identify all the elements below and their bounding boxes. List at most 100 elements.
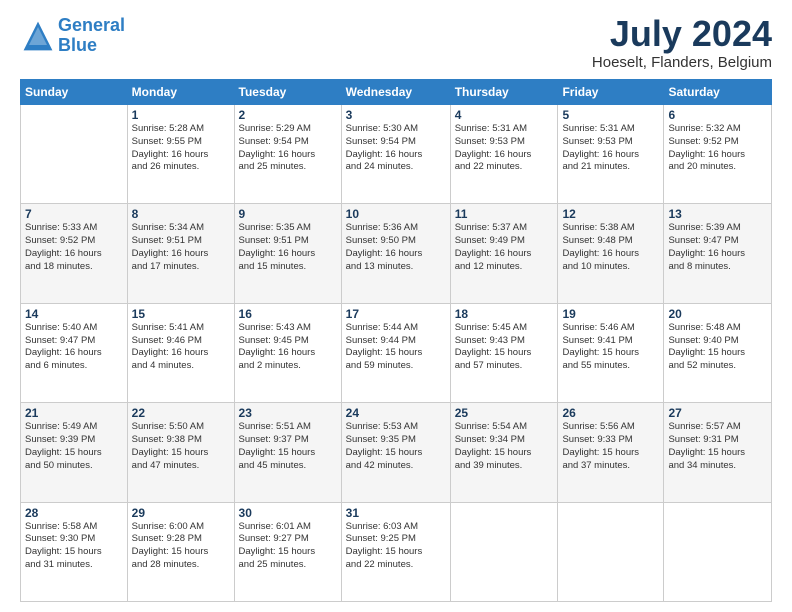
logo-blue: Blue [58,35,97,55]
page: General Blue July 2024 Hoeselt, Flanders… [0,0,792,612]
calendar-cell [558,502,664,601]
day-info: Sunrise: 5:39 AM Sunset: 9:47 PM Dayligh… [668,222,767,273]
calendar-cell: 4Sunrise: 5:31 AM Sunset: 9:53 PM Daylig… [450,105,558,204]
calendar-cell [21,105,128,204]
month-title: July 2024 [592,16,772,52]
calendar-cell: 30Sunrise: 6:01 AM Sunset: 9:27 PM Dayli… [234,502,341,601]
day-number: 6 [668,108,767,122]
day-info: Sunrise: 5:31 AM Sunset: 9:53 PM Dayligh… [455,123,554,174]
col-header-friday: Friday [558,80,664,105]
day-number: 20 [668,307,767,321]
day-number: 29 [132,506,230,520]
calendar-cell: 19Sunrise: 5:46 AM Sunset: 9:41 PM Dayli… [558,303,664,402]
day-info: Sunrise: 6:01 AM Sunset: 9:27 PM Dayligh… [239,521,337,572]
calendar-cell: 22Sunrise: 5:50 AM Sunset: 9:38 PM Dayli… [127,403,234,502]
day-number: 31 [346,506,446,520]
day-number: 16 [239,307,337,321]
col-header-sunday: Sunday [21,80,128,105]
logo-text: General Blue [58,16,125,56]
day-info: Sunrise: 5:51 AM Sunset: 9:37 PM Dayligh… [239,421,337,472]
day-number: 12 [562,207,659,221]
week-row-2: 7Sunrise: 5:33 AM Sunset: 9:52 PM Daylig… [21,204,772,303]
day-info: Sunrise: 5:45 AM Sunset: 9:43 PM Dayligh… [455,322,554,373]
calendar-cell: 9Sunrise: 5:35 AM Sunset: 9:51 PM Daylig… [234,204,341,303]
day-number: 24 [346,406,446,420]
day-info: Sunrise: 5:36 AM Sunset: 9:50 PM Dayligh… [346,222,446,273]
day-number: 8 [132,207,230,221]
col-header-monday: Monday [127,80,234,105]
calendar-cell: 11Sunrise: 5:37 AM Sunset: 9:49 PM Dayli… [450,204,558,303]
day-number: 22 [132,406,230,420]
calendar-cell [450,502,558,601]
calendar-cell: 26Sunrise: 5:56 AM Sunset: 9:33 PM Dayli… [558,403,664,502]
day-number: 11 [455,207,554,221]
day-number: 9 [239,207,337,221]
calendar-cell: 13Sunrise: 5:39 AM Sunset: 9:47 PM Dayli… [664,204,772,303]
week-row-5: 28Sunrise: 5:58 AM Sunset: 9:30 PM Dayli… [21,502,772,601]
day-number: 25 [455,406,554,420]
day-info: Sunrise: 5:44 AM Sunset: 9:44 PM Dayligh… [346,322,446,373]
day-info: Sunrise: 5:37 AM Sunset: 9:49 PM Dayligh… [455,222,554,273]
calendar-table: SundayMondayTuesdayWednesdayThursdayFrid… [20,79,772,602]
day-info: Sunrise: 5:38 AM Sunset: 9:48 PM Dayligh… [562,222,659,273]
day-info: Sunrise: 5:43 AM Sunset: 9:45 PM Dayligh… [239,322,337,373]
calendar-cell: 12Sunrise: 5:38 AM Sunset: 9:48 PM Dayli… [558,204,664,303]
week-row-1: 1Sunrise: 5:28 AM Sunset: 9:55 PM Daylig… [21,105,772,204]
header: General Blue July 2024 Hoeselt, Flanders… [20,16,772,71]
day-info: Sunrise: 5:35 AM Sunset: 9:51 PM Dayligh… [239,222,337,273]
calendar-cell: 23Sunrise: 5:51 AM Sunset: 9:37 PM Dayli… [234,403,341,502]
calendar-cell: 28Sunrise: 5:58 AM Sunset: 9:30 PM Dayli… [21,502,128,601]
day-info: Sunrise: 5:46 AM Sunset: 9:41 PM Dayligh… [562,322,659,373]
day-number: 23 [239,406,337,420]
calendar-cell: 31Sunrise: 6:03 AM Sunset: 9:25 PM Dayli… [341,502,450,601]
day-number: 17 [346,307,446,321]
calendar-cell: 2Sunrise: 5:29 AM Sunset: 9:54 PM Daylig… [234,105,341,204]
day-number: 19 [562,307,659,321]
day-info: Sunrise: 5:56 AM Sunset: 9:33 PM Dayligh… [562,421,659,472]
calendar-cell: 18Sunrise: 5:45 AM Sunset: 9:43 PM Dayli… [450,303,558,402]
day-number: 14 [25,307,123,321]
day-number: 18 [455,307,554,321]
day-number: 5 [562,108,659,122]
day-info: Sunrise: 5:33 AM Sunset: 9:52 PM Dayligh… [25,222,123,273]
day-number: 27 [668,406,767,420]
day-info: Sunrise: 5:54 AM Sunset: 9:34 PM Dayligh… [455,421,554,472]
calendar-cell: 1Sunrise: 5:28 AM Sunset: 9:55 PM Daylig… [127,105,234,204]
day-info: Sunrise: 5:57 AM Sunset: 9:31 PM Dayligh… [668,421,767,472]
day-number: 1 [132,108,230,122]
calendar-cell: 20Sunrise: 5:48 AM Sunset: 9:40 PM Dayli… [664,303,772,402]
day-number: 7 [25,207,123,221]
day-info: Sunrise: 5:50 AM Sunset: 9:38 PM Dayligh… [132,421,230,472]
day-number: 3 [346,108,446,122]
week-row-4: 21Sunrise: 5:49 AM Sunset: 9:39 PM Dayli… [21,403,772,502]
day-info: Sunrise: 5:48 AM Sunset: 9:40 PM Dayligh… [668,322,767,373]
col-header-tuesday: Tuesday [234,80,341,105]
day-info: Sunrise: 5:40 AM Sunset: 9:47 PM Dayligh… [25,322,123,373]
calendar-cell: 25Sunrise: 5:54 AM Sunset: 9:34 PM Dayli… [450,403,558,502]
calendar-cell: 16Sunrise: 5:43 AM Sunset: 9:45 PM Dayli… [234,303,341,402]
col-header-thursday: Thursday [450,80,558,105]
calendar-cell: 5Sunrise: 5:31 AM Sunset: 9:53 PM Daylig… [558,105,664,204]
day-info: Sunrise: 6:03 AM Sunset: 9:25 PM Dayligh… [346,521,446,572]
calendar-cell: 7Sunrise: 5:33 AM Sunset: 9:52 PM Daylig… [21,204,128,303]
location: Hoeselt, Flanders, Belgium [592,54,772,71]
day-number: 15 [132,307,230,321]
calendar-cell: 8Sunrise: 5:34 AM Sunset: 9:51 PM Daylig… [127,204,234,303]
day-number: 30 [239,506,337,520]
day-info: Sunrise: 5:34 AM Sunset: 9:51 PM Dayligh… [132,222,230,273]
calendar-cell: 10Sunrise: 5:36 AM Sunset: 9:50 PM Dayli… [341,204,450,303]
day-info: Sunrise: 5:49 AM Sunset: 9:39 PM Dayligh… [25,421,123,472]
calendar-cell: 15Sunrise: 5:41 AM Sunset: 9:46 PM Dayli… [127,303,234,402]
col-header-wednesday: Wednesday [341,80,450,105]
calendar-cell: 6Sunrise: 5:32 AM Sunset: 9:52 PM Daylig… [664,105,772,204]
day-number: 10 [346,207,446,221]
day-number: 4 [455,108,554,122]
calendar-cell: 27Sunrise: 5:57 AM Sunset: 9:31 PM Dayli… [664,403,772,502]
day-info: Sunrise: 5:32 AM Sunset: 9:52 PM Dayligh… [668,123,767,174]
title-block: July 2024 Hoeselt, Flanders, Belgium [592,16,772,71]
day-info: Sunrise: 5:29 AM Sunset: 9:54 PM Dayligh… [239,123,337,174]
col-header-saturday: Saturday [664,80,772,105]
day-info: Sunrise: 5:41 AM Sunset: 9:46 PM Dayligh… [132,322,230,373]
day-number: 26 [562,406,659,420]
day-number: 28 [25,506,123,520]
